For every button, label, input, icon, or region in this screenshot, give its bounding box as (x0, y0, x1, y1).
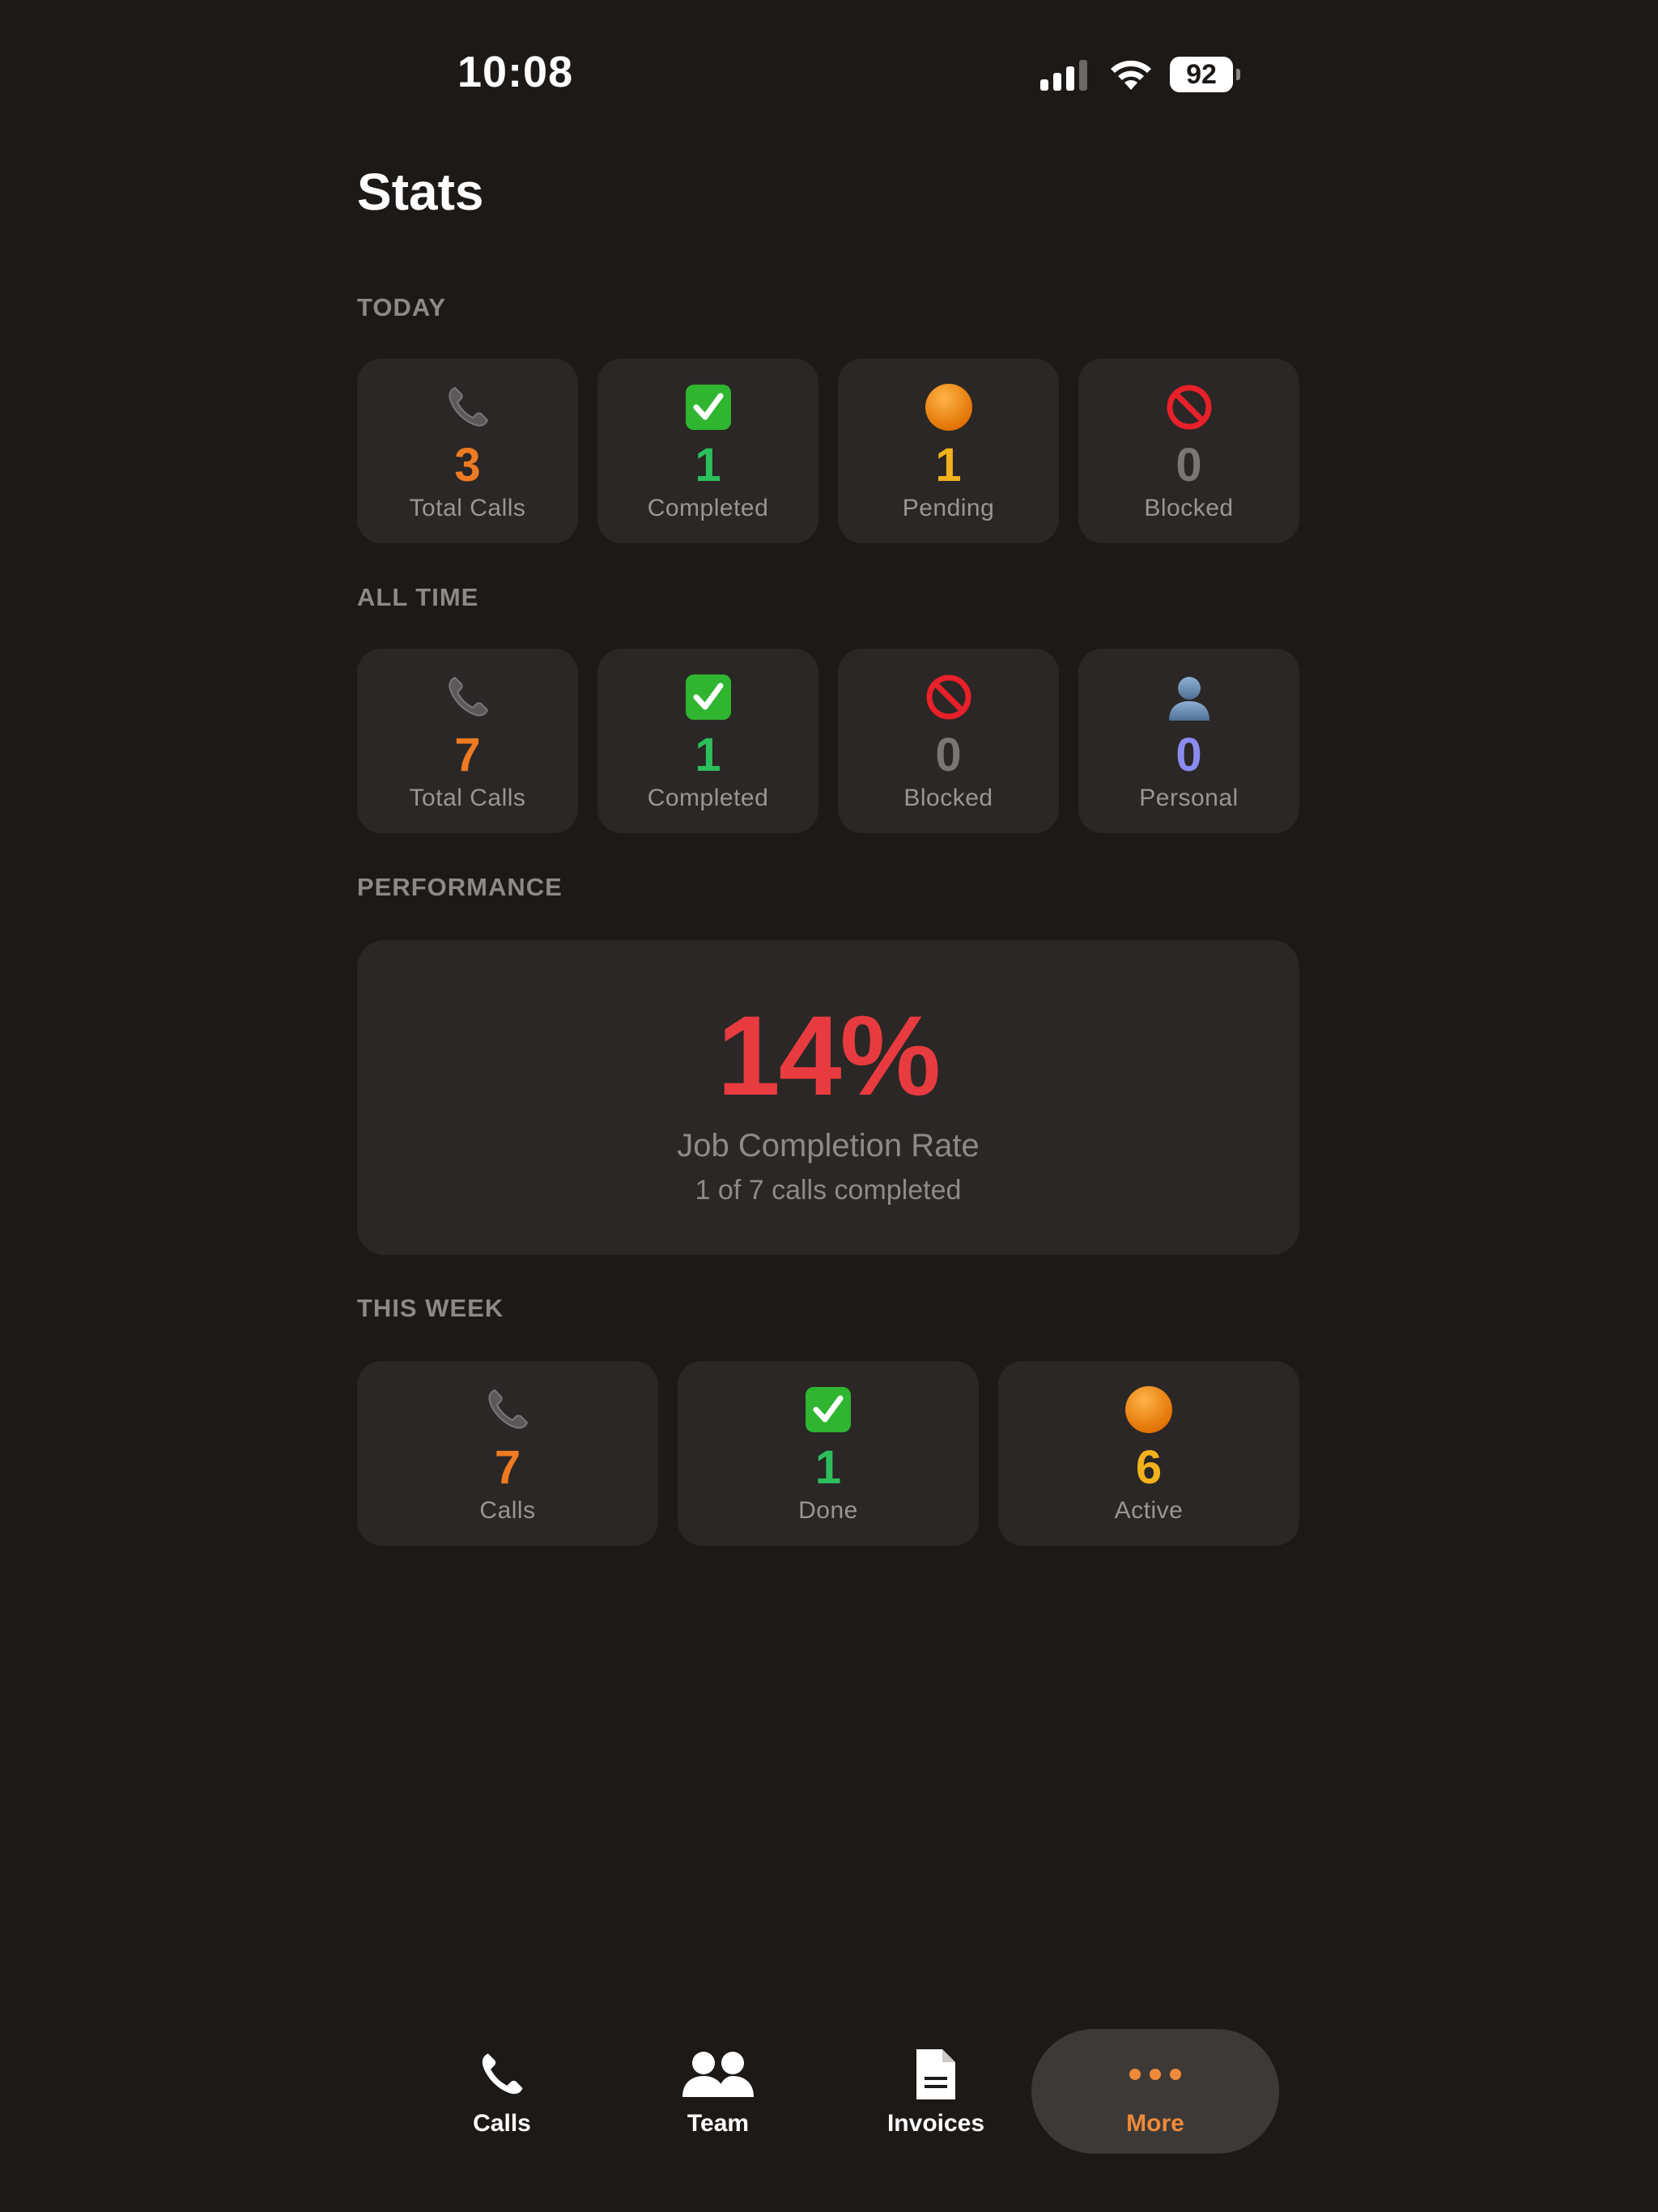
stat-label: Completed (647, 785, 769, 811)
stat-card-week-active[interactable]: 6 Active (998, 1361, 1299, 1546)
person-icon (1163, 671, 1215, 723)
stat-label: Calls (479, 1497, 536, 1524)
stat-label: Active (1114, 1497, 1184, 1524)
stat-card-all-time-total-calls[interactable]: 7 Total Calls (357, 649, 578, 833)
orange-circle-icon (923, 381, 975, 433)
stat-label: Personal (1139, 785, 1239, 811)
stat-label: Total Calls (409, 785, 526, 811)
stat-label: Total Calls (409, 495, 526, 521)
status-indicators: 92 (1040, 55, 1240, 94)
more-dots-icon (1127, 2045, 1184, 2104)
document-icon (913, 2045, 959, 2104)
check-icon (682, 381, 734, 433)
stat-value: 1 (695, 729, 721, 781)
stat-card-today-completed[interactable]: 1 Completed (597, 359, 818, 543)
completion-rate-title: Job Completion Rate (677, 1128, 980, 1163)
section-label-performance: PERFORMANCE (357, 873, 563, 901)
performance-card: 14% Job Completion Rate 1 of 7 calls com… (357, 940, 1299, 1255)
stat-value: 0 (935, 729, 962, 781)
stat-value: 7 (454, 729, 481, 781)
all-time-stats-grid: 7 Total Calls 1 Completed 0 Blocked 0 Pe… (357, 649, 1299, 833)
stat-card-week-calls[interactable]: 7 Calls (357, 1361, 658, 1546)
tab-label: Calls (473, 2110, 531, 2137)
stats-screen: 10:08 92 Stats TODAY 3 Total Calls 1 Com… (0, 0, 1658, 2212)
stat-card-today-blocked[interactable]: 0 Blocked (1078, 359, 1299, 543)
wifi-icon (1111, 60, 1151, 90)
stat-label: Blocked (1144, 495, 1234, 521)
status-time: 10:08 (457, 48, 574, 96)
stat-card-all-time-personal[interactable]: 0 Personal (1078, 649, 1299, 833)
stat-value: 3 (454, 439, 481, 491)
tab-label: More (1126, 2110, 1184, 2137)
tab-bar: Calls Team Invoices More (405, 2029, 1279, 2154)
phone-icon (442, 671, 494, 723)
this-week-stats-grid: 7 Calls 1 Done 6 Active (357, 1361, 1299, 1546)
stat-value: 0 (1175, 439, 1202, 491)
tab-invoices[interactable]: Invoices (847, 2029, 1025, 2154)
stat-label: Pending (902, 495, 995, 521)
tab-label: Team (687, 2110, 750, 2137)
today-stats-grid: 3 Total Calls 1 Completed 1 Pending 0 Bl… (357, 359, 1299, 543)
check-icon (802, 1384, 854, 1436)
tab-calls[interactable]: Calls (413, 2029, 591, 2154)
stat-value: 1 (695, 439, 721, 491)
battery-icon: 92 (1170, 57, 1240, 92)
orange-circle-icon (1123, 1384, 1175, 1436)
team-icon (681, 2045, 755, 2104)
tab-team[interactable]: Team (629, 2029, 807, 2154)
phone-icon (482, 1384, 534, 1436)
stat-card-all-time-completed[interactable]: 1 Completed (597, 649, 818, 833)
blocked-icon (923, 671, 975, 723)
stat-label: Completed (647, 495, 769, 521)
tab-more[interactable]: More (1031, 2029, 1279, 2154)
phone-icon (476, 2045, 528, 2104)
phone-icon (442, 381, 494, 433)
stat-label: Done (798, 1497, 858, 1524)
stat-value: 1 (935, 439, 962, 491)
stat-card-week-done[interactable]: 1 Done (678, 1361, 979, 1546)
section-label-this-week: THIS WEEK (357, 1294, 504, 1322)
completion-rate-subtitle: 1 of 7 calls completed (695, 1175, 962, 1206)
stat-value: 0 (1175, 729, 1202, 781)
stat-label: Blocked (903, 785, 993, 811)
section-label-today: TODAY (357, 293, 447, 321)
stat-card-all-time-blocked[interactable]: 0 Blocked (838, 649, 1059, 833)
stat-value: 7 (494, 1441, 521, 1494)
stat-value: 1 (814, 1441, 842, 1494)
check-icon (682, 671, 734, 723)
section-label-all-time: ALL TIME (357, 583, 479, 611)
stat-card-today-total-calls[interactable]: 3 Total Calls (357, 359, 578, 543)
signal-icon (1040, 58, 1087, 91)
stat-card-today-pending[interactable]: 1 Pending (838, 359, 1059, 543)
stat-value: 6 (1135, 1441, 1163, 1494)
tab-label: Invoices (886, 2110, 985, 2137)
completion-rate-value: 14% (716, 992, 941, 1119)
blocked-icon (1163, 381, 1215, 433)
page-title: Stats (357, 163, 484, 221)
